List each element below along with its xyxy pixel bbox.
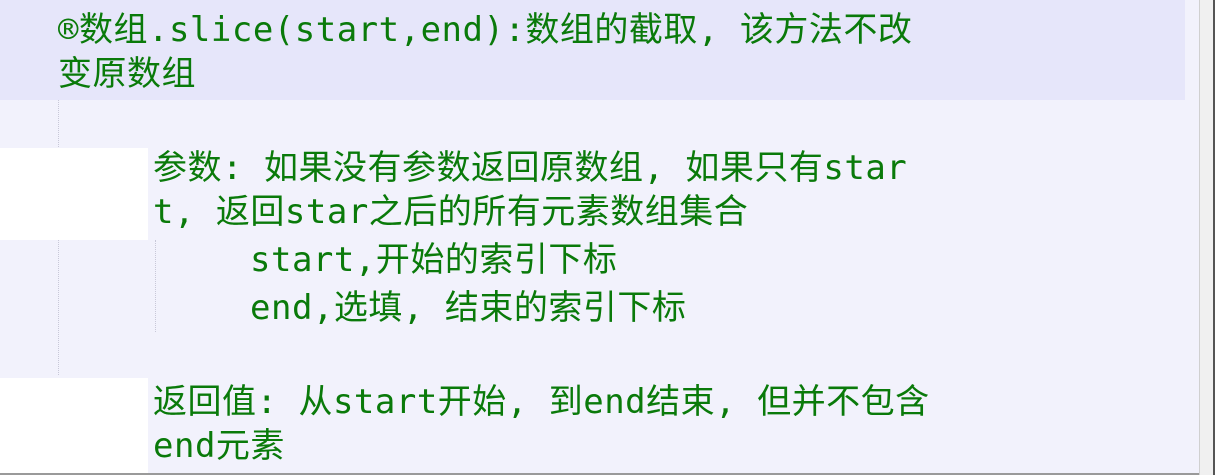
margin-block bbox=[0, 378, 148, 475]
note-editor[interactable]: ®数组.slice(start,end):数组的截取, 该方法不改 变原数组 参… bbox=[0, 0, 1200, 475]
margin-block bbox=[0, 148, 148, 240]
heading-line-2: 变原数组 bbox=[58, 54, 196, 94]
indent-guide bbox=[155, 240, 156, 332]
params-line-2: t, 返回star之后的所有元素数组集合 bbox=[153, 192, 749, 232]
param-end-item: end,选填, 结束的索引下标 bbox=[250, 288, 687, 328]
vertical-scrollbar[interactable] bbox=[1199, 0, 1215, 475]
returns-line-1: 返回值: 从start开始, 到end结束, 但并不包含 bbox=[153, 382, 930, 422]
params-line-1: 参数: 如果没有参数返回原数组, 如果只有star bbox=[153, 148, 908, 188]
heading-block: ®数组.slice(start,end):数组的截取, 该方法不改 变原数组 bbox=[0, 0, 1185, 100]
heading-line-1: ®数组.slice(start,end):数组的截取, 该方法不改 bbox=[58, 10, 913, 50]
param-start-item: start,开始的索引下标 bbox=[250, 240, 618, 280]
returns-line-2: end元素 bbox=[153, 426, 285, 466]
